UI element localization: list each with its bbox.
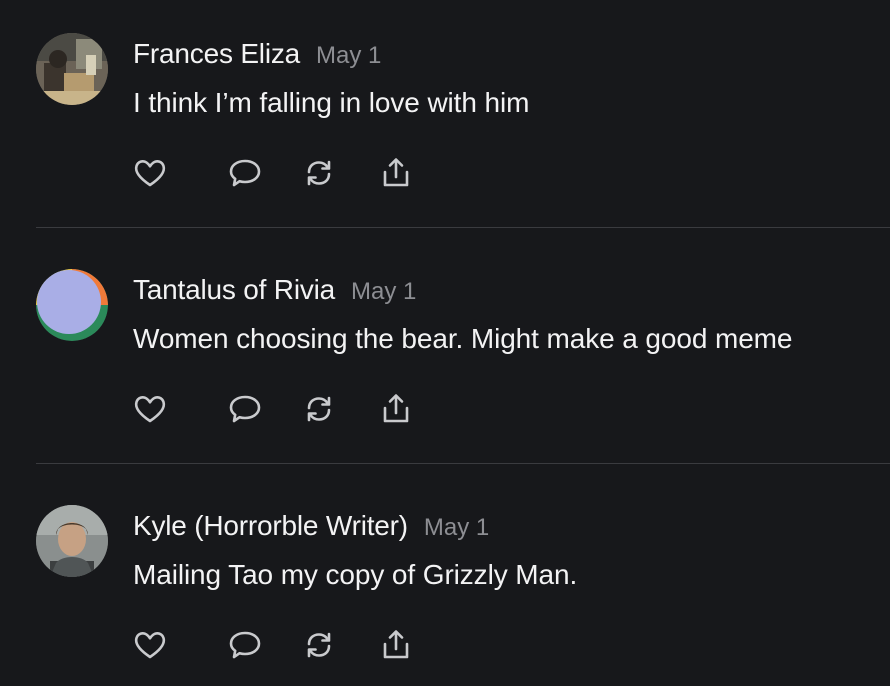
post-date[interactable]: May 1 — [351, 278, 416, 305]
post-text: Women choosing the bear. Might make a go… — [133, 323, 793, 354]
reply-button[interactable] — [227, 391, 263, 427]
post-item: Tantalus of Rivia May 1 Women choosing th… — [0, 236, 890, 472]
post-header: Frances Eliza May 1 — [133, 38, 381, 70]
repost-button[interactable] — [301, 391, 337, 427]
avatar-photo — [36, 33, 108, 105]
author-name[interactable]: Kyle (Horrorble Writer) — [133, 510, 408, 541]
post-divider — [36, 227, 890, 228]
speech-bubble-icon — [229, 631, 261, 659]
share-icon — [383, 394, 409, 423]
author-name[interactable]: Frances Eliza — [133, 38, 300, 69]
repost-icon — [307, 160, 331, 186]
post-header: Kyle (Horrorble Writer) May 1 — [133, 510, 489, 542]
heart-icon — [134, 632, 166, 659]
like-button[interactable] — [132, 627, 168, 663]
post-date[interactable]: May 1 — [424, 514, 489, 541]
repost-button[interactable] — [301, 155, 337, 191]
heart-icon — [134, 396, 166, 423]
like-button[interactable] — [132, 391, 168, 427]
repost-icon — [307, 396, 331, 422]
comment-feed: Frances Eliza May 1 I think I’m falling i… — [0, 0, 890, 686]
post-item: Kyle (Horrorble Writer) May 1 Mailing Tao… — [0, 472, 890, 686]
post-header: Tantalus of Rivia May 1 — [133, 274, 416, 306]
avatar-abstract — [36, 269, 108, 341]
like-button[interactable] — [132, 155, 168, 191]
avatar[interactable] — [36, 269, 108, 341]
post-text: I think I’m falling in love with him — [133, 87, 530, 118]
share-button[interactable] — [378, 391, 414, 427]
reply-button[interactable] — [227, 155, 263, 191]
author-name[interactable]: Tantalus of Rivia — [133, 274, 335, 305]
share-button[interactable] — [378, 627, 414, 663]
repost-icon — [307, 632, 331, 658]
avatar[interactable] — [36, 505, 108, 577]
repost-button[interactable] — [301, 627, 337, 663]
reply-button[interactable] — [227, 627, 263, 663]
post-date[interactable]: May 1 — [316, 42, 381, 69]
share-button[interactable] — [378, 155, 414, 191]
avatar[interactable] — [36, 33, 108, 105]
share-icon — [383, 158, 409, 187]
speech-bubble-icon — [229, 159, 261, 187]
post-divider — [36, 463, 890, 464]
speech-bubble-icon — [229, 395, 261, 423]
post-text: Mailing Tao my copy of Grizzly Man. — [133, 559, 578, 590]
heart-icon — [134, 160, 166, 187]
avatar-photo — [36, 505, 108, 577]
post-item: Frances Eliza May 1 I think I’m falling i… — [0, 0, 890, 236]
share-icon — [383, 630, 409, 659]
